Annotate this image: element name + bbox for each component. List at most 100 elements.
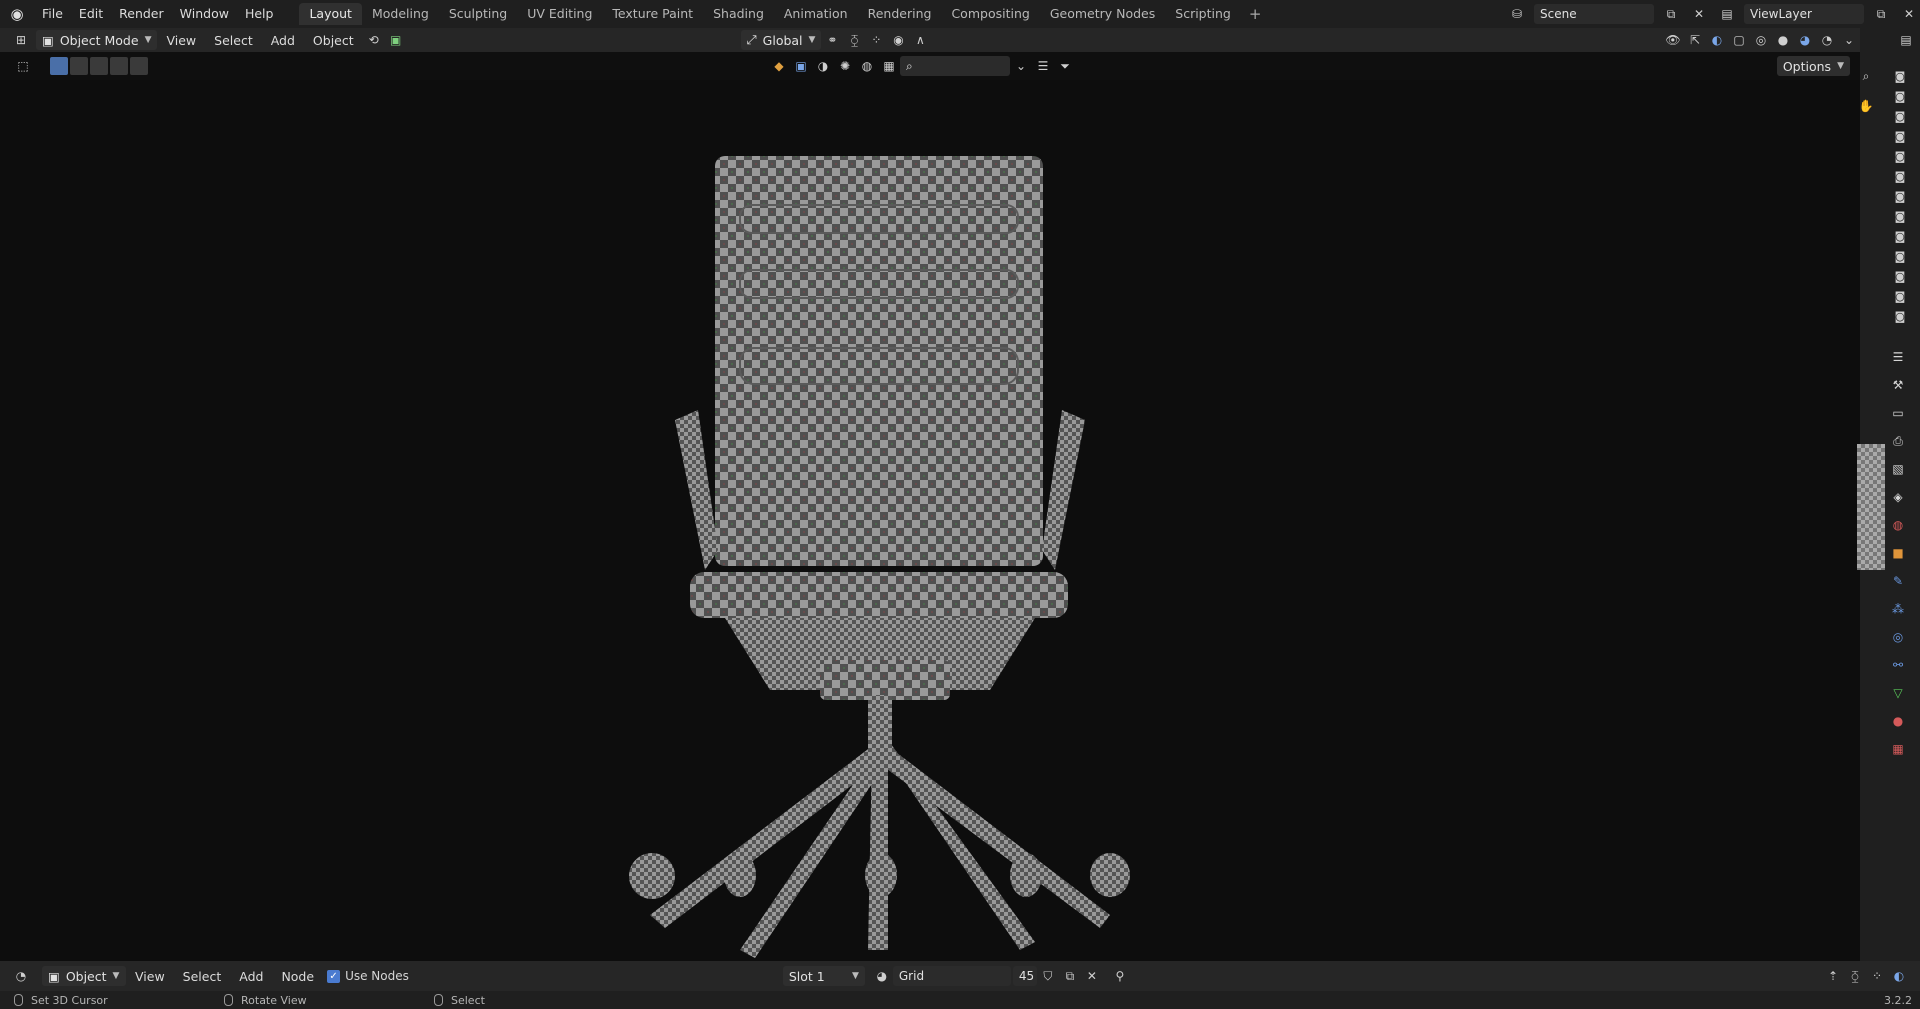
delete-scene-icon[interactable]: ✕: [1688, 4, 1710, 24]
parent-node-tree-icon[interactable]: ⇡: [1822, 966, 1844, 986]
tab-geometry-nodes[interactable]: Geometry Nodes: [1040, 3, 1165, 25]
sort-icon[interactable]: ☰: [1032, 56, 1054, 76]
pan-hand-icon[interactable]: ✋: [1855, 96, 1877, 116]
new-scene-icon[interactable]: ⧉: [1660, 4, 1682, 24]
tab-animation[interactable]: Animation: [774, 3, 858, 25]
use-nodes-checkbox[interactable]: ✓: [327, 969, 341, 983]
camera-icon[interactable]: ◙: [1891, 268, 1909, 286]
falloff-icon[interactable]: ∧: [909, 30, 931, 50]
filter-material-icon[interactable]: ◑: [812, 56, 834, 76]
snap-nodes-icon[interactable]: ⧲: [1844, 966, 1866, 986]
select-subtract-icon[interactable]: [90, 57, 108, 75]
tab-modeling[interactable]: Modeling: [362, 3, 439, 25]
select-new-icon[interactable]: [50, 57, 68, 75]
scene-icon[interactable]: ⛁: [1506, 4, 1528, 24]
new-view-layer-icon[interactable]: ⧉: [1870, 4, 1892, 24]
constraints-properties-icon[interactable]: ⚯: [1889, 656, 1907, 674]
use-nodes-toggle[interactable]: ✓ Use Nodes: [327, 969, 409, 983]
filter-texture-icon[interactable]: ▦: [878, 56, 900, 76]
camera-icon[interactable]: ◙: [1891, 128, 1909, 146]
viewport-menu-add[interactable]: Add: [262, 33, 304, 48]
filter-icon[interactable]: ⏷: [1054, 56, 1076, 76]
snap-toggle-icon[interactable]: ▣: [385, 30, 407, 50]
duplicate-material-icon[interactable]: ⧉: [1059, 966, 1081, 986]
output-properties-icon[interactable]: ⎙: [1889, 432, 1907, 450]
gizmo-toggle-icon[interactable]: ⇱: [1684, 30, 1706, 50]
shader-menu-add[interactable]: Add: [230, 969, 272, 984]
filter-world-icon[interactable]: ◍: [856, 56, 878, 76]
physics-properties-icon[interactable]: ◎: [1889, 628, 1907, 646]
tool-select-icon[interactable]: ⬚: [12, 56, 34, 76]
camera-icon[interactable]: ◙: [1891, 248, 1909, 266]
texture-properties-icon[interactable]: ▦: [1889, 740, 1907, 758]
pin-icon[interactable]: ⚲: [1109, 966, 1131, 986]
shading-material-icon[interactable]: ◕: [1794, 30, 1816, 50]
tab-uv-editing[interactable]: UV Editing: [517, 3, 602, 25]
unlink-material-icon[interactable]: ✕: [1081, 966, 1103, 986]
snap-icon[interactable]: ⧲: [843, 30, 865, 50]
camera-icon[interactable]: ◙: [1891, 308, 1909, 326]
xray-icon[interactable]: ▢: [1728, 30, 1750, 50]
select-invert-icon[interactable]: [110, 57, 128, 75]
snap-target-icon[interactable]: ⁘: [865, 30, 887, 50]
display-mode-icon[interactable]: ⌄: [1010, 56, 1032, 76]
material-browse-icon[interactable]: ◕: [871, 966, 893, 986]
users-count[interactable]: 45: [1012, 966, 1037, 986]
tool-properties-icon[interactable]: ⚒: [1889, 376, 1907, 394]
3d-viewport[interactable]: [0, 80, 1860, 961]
tab-texture-paint[interactable]: Texture Paint: [602, 3, 703, 25]
camera-icon[interactable]: ◙: [1891, 208, 1909, 226]
menu-window[interactable]: Window: [172, 0, 237, 28]
menu-render[interactable]: Render: [111, 0, 172, 28]
shader-editor-type-icon[interactable]: ◔: [10, 966, 32, 986]
tab-layout[interactable]: Layout: [299, 3, 362, 25]
outliner-editor-icon[interactable]: ▤: [1895, 30, 1917, 50]
tab-shading[interactable]: Shading: [703, 3, 774, 25]
scene-properties-icon[interactable]: ◈: [1889, 488, 1907, 506]
snap-element-icon[interactable]: ⁘: [1866, 966, 1888, 986]
object-properties-icon[interactable]: ■: [1889, 544, 1907, 562]
menu-edit[interactable]: Edit: [71, 0, 111, 28]
shading-options-icon[interactable]: ⌄: [1838, 30, 1860, 50]
visibility-icon[interactable]: 👁: [1662, 30, 1684, 50]
view-layer-properties-icon[interactable]: ▧: [1889, 460, 1907, 478]
blender-logo-icon[interactable]: ◉: [0, 0, 34, 28]
scene-field[interactable]: Scene: [1534, 4, 1654, 24]
render-properties-icon[interactable]: ▭: [1889, 404, 1907, 422]
select-extend-icon[interactable]: [70, 57, 88, 75]
material-properties-icon[interactable]: ●: [1889, 712, 1907, 730]
zoom-icon[interactable]: ⌕: [1855, 66, 1877, 86]
slot-dropdown[interactable]: Slot 1 ▼: [782, 966, 865, 986]
camera-icon[interactable]: ◙: [1891, 288, 1909, 306]
shader-menu-select[interactable]: Select: [174, 969, 231, 984]
tab-rendering[interactable]: Rendering: [858, 3, 942, 25]
viewport-menu-select[interactable]: Select: [205, 33, 262, 48]
filter-all-icon[interactable]: ◆: [768, 56, 790, 76]
camera-icon[interactable]: ◙: [1891, 108, 1909, 126]
proportional-edit-icon[interactable]: ◉: [887, 30, 909, 50]
material-name-field[interactable]: Grid: [892, 966, 1011, 986]
fake-user-icon[interactable]: ⛉: [1037, 966, 1059, 986]
shader-mode-dropdown[interactable]: ▣ Object ▼: [42, 966, 126, 986]
world-properties-icon[interactable]: ◍: [1889, 516, 1907, 534]
search-input[interactable]: ⌕: [900, 56, 1010, 76]
modifier-properties-icon[interactable]: ✎: [1889, 572, 1907, 590]
select-intersect-icon[interactable]: [130, 57, 148, 75]
pivot-icon[interactable]: ⚭: [821, 30, 843, 50]
overlay-toggle-icon[interactable]: ◐: [1706, 30, 1728, 50]
tab-sculpting[interactable]: Sculpting: [439, 3, 517, 25]
tab-scripting[interactable]: Scripting: [1165, 3, 1241, 25]
tab-compositing[interactable]: Compositing: [941, 3, 1039, 25]
properties-editor-icon[interactable]: ☰: [1889, 348, 1907, 366]
options-dropdown[interactable]: Options ▼: [1776, 56, 1850, 76]
camera-icon[interactable]: ◙: [1891, 228, 1909, 246]
delete-view-layer-icon[interactable]: ✕: [1898, 4, 1920, 24]
menu-help[interactable]: Help: [237, 0, 282, 28]
camera-icon[interactable]: ◙: [1891, 188, 1909, 206]
transform-orientation-dropdown[interactable]: ⤢ Global ▼: [740, 30, 822, 50]
viewport-menu-object[interactable]: Object: [304, 33, 363, 48]
viewport-menu-view[interactable]: View: [157, 33, 205, 48]
shader-overlay-icon[interactable]: ◐: [1888, 966, 1910, 986]
shading-solid-icon[interactable]: ●: [1772, 30, 1794, 50]
shading-rendered-icon[interactable]: ◔: [1816, 30, 1838, 50]
